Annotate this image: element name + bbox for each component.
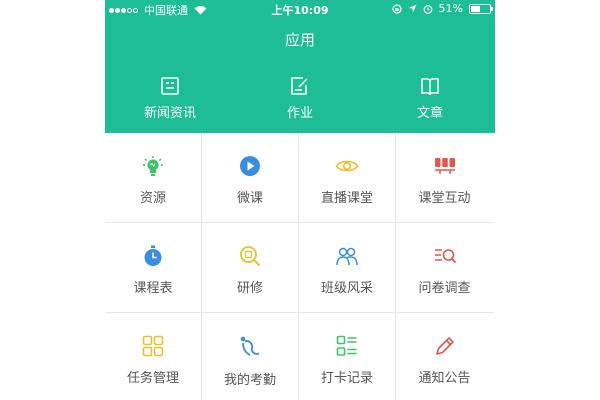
- app-my-attendance-label: 我的考勤: [223, 373, 276, 388]
- newspaper-icon: [161, 77, 179, 95]
- app-class-showcase-label: 班级风采: [320, 281, 373, 296]
- top-nav-homework-label: 作业: [286, 106, 313, 121]
- battery-icon: [469, 3, 493, 14]
- top-nav-articles[interactable]: 文章: [365, 73, 495, 128]
- app-task-management[interactable]: 任务管理: [105, 313, 202, 400]
- top-nav: 新闻资讯 作业 文章: [105, 73, 495, 128]
- app-live-classroom-label: 直播课堂: [320, 191, 373, 206]
- status-bar: 中国联通 上午10:09 51%: [105, 0, 495, 18]
- app-resources-label: 资源: [139, 191, 166, 206]
- alarm-icon: [423, 4, 432, 14]
- interaction-icon: [434, 158, 455, 174]
- app-survey[interactable]: 问卷调查: [396, 223, 493, 313]
- top-nav-news-label: 新闻资讯: [143, 106, 196, 121]
- stopwatch-icon: [144, 245, 162, 266]
- attendance-icon: [240, 336, 260, 356]
- app-punch-records-label: 打卡记录: [320, 371, 373, 386]
- checklist-icon: [336, 335, 357, 356]
- app-my-attendance[interactable]: 我的考勤: [202, 313, 299, 400]
- app-resources[interactable]: 资源: [105, 133, 202, 223]
- page-title: 应用: [284, 31, 315, 49]
- app-notices-label: 通知公告: [418, 371, 471, 386]
- app-class-interaction-label: 课堂互动: [418, 191, 471, 206]
- header: 中国联通 上午10:09 51% 应用 新闻资讯 作业 文章: [105, 0, 495, 133]
- group-icon: [336, 247, 358, 266]
- app-timetable-label: 课程表: [133, 281, 173, 296]
- lightbulb-icon: [143, 156, 163, 176]
- location-arrow-icon: [407, 4, 417, 13]
- tasks-grid-icon: [142, 335, 164, 357]
- top-nav-news[interactable]: 新闻资讯: [105, 73, 235, 128]
- app-class-showcase[interactable]: 班级风采: [299, 223, 396, 313]
- app-screen: 中国联通 上午10:09 51% 应用 新闻资讯 作业 文章 资源 微课 直播课…: [105, 0, 495, 400]
- edit-document-icon: [291, 77, 308, 95]
- app-survey-label: 问卷调查: [418, 281, 471, 296]
- book-icon: [421, 77, 439, 95]
- app-micro-lessons[interactable]: 微课: [202, 133, 299, 223]
- top-nav-articles-label: 文章: [416, 106, 443, 121]
- app-training-label: 研修: [236, 281, 263, 296]
- eye-icon: [335, 160, 359, 172]
- app-grid: 资源 微课 直播课堂 课堂互动 课程表 研修 班级风采 问卷调查 任务管理 我的…: [105, 133, 495, 400]
- app-live-classroom[interactable]: 直播课堂: [299, 133, 396, 223]
- app-training[interactable]: 研修: [202, 223, 299, 313]
- app-timetable[interactable]: 课程表: [105, 223, 202, 313]
- app-punch-records[interactable]: 打卡记录: [299, 313, 396, 400]
- app-class-interaction[interactable]: 课堂互动: [396, 133, 493, 223]
- top-nav-homework[interactable]: 作业: [235, 73, 365, 128]
- battery-percent: 51%: [438, 2, 463, 15]
- play-circle-icon: [240, 156, 260, 176]
- magnifier-icon: [240, 246, 261, 267]
- app-task-management-label: 任务管理: [126, 371, 179, 386]
- status-bar-right: 51%: [391, 2, 493, 15]
- pencil-icon: [435, 337, 454, 355]
- app-micro-lessons-label: 微课: [236, 191, 263, 206]
- app-notices[interactable]: 通知公告: [396, 313, 493, 400]
- orientation-lock-icon: [391, 3, 402, 14]
- survey-icon: [434, 249, 456, 264]
